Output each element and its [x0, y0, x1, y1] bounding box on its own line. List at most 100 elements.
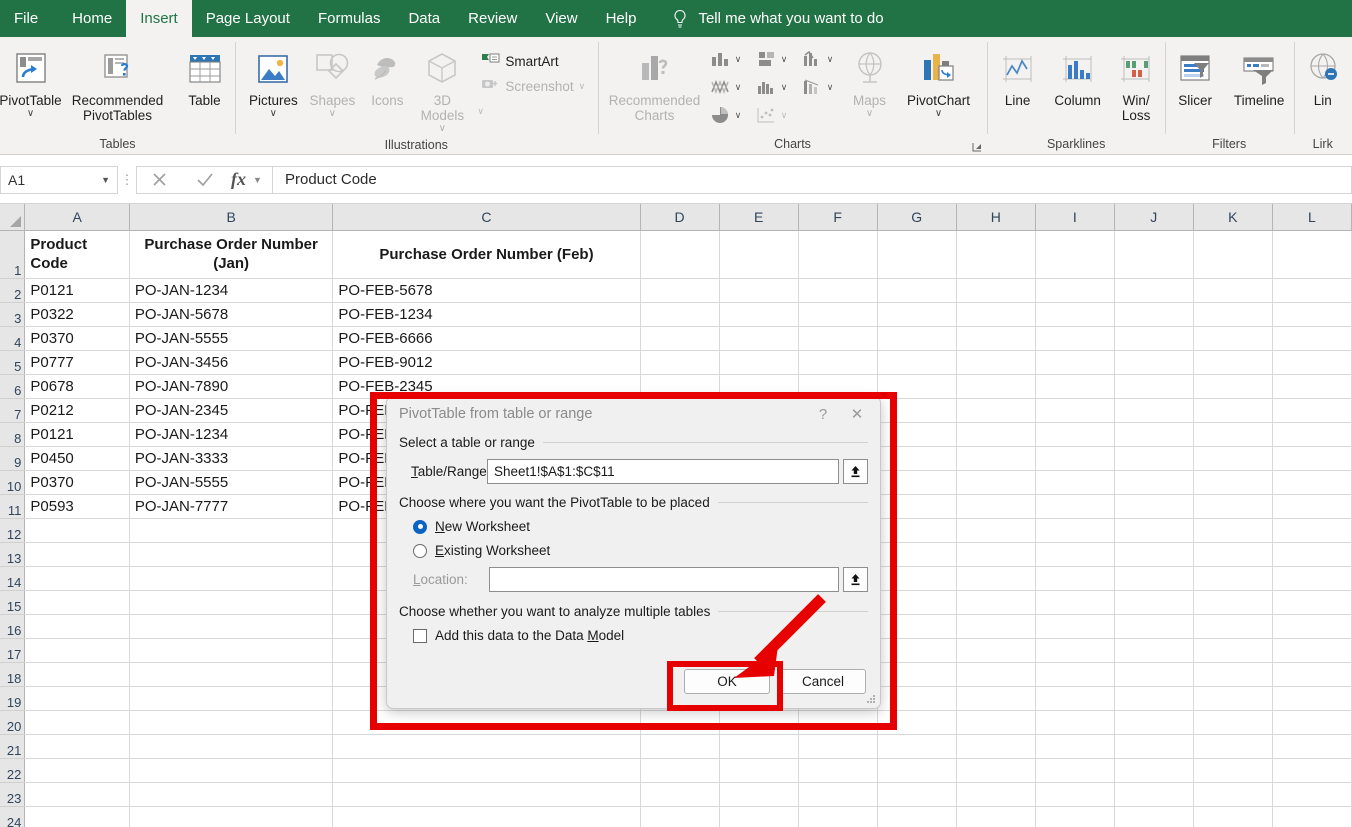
row-header-12[interactable]: 12: [0, 518, 26, 543]
cell-k3[interactable]: [1193, 302, 1273, 327]
cell-g20[interactable]: [877, 710, 957, 735]
cell-g5[interactable]: [877, 350, 957, 375]
chevron-down-icon[interactable]: ▼: [253, 175, 262, 185]
cell-k22[interactable]: [1193, 758, 1273, 783]
cell-l6[interactable]: [1272, 374, 1352, 399]
cell-b14[interactable]: [129, 566, 334, 591]
cell-d2[interactable]: [640, 278, 720, 303]
bar-chart-button[interactable]: ∨: [749, 45, 795, 73]
chevron-down-icon[interactable]: ∨: [270, 108, 277, 119]
data-model-option[interactable]: Add this data to the Data Model: [399, 628, 868, 643]
cell-k18[interactable]: [1193, 662, 1273, 687]
cell-c5[interactable]: PO-FEB-9012: [332, 350, 641, 375]
charts-dialog-launcher-icon[interactable]: [971, 140, 983, 152]
cell-l19[interactable]: [1272, 686, 1352, 711]
cell-i14[interactable]: [1035, 566, 1115, 591]
tab-review[interactable]: Review: [454, 0, 531, 37]
cell-h12[interactable]: [956, 518, 1036, 543]
cell-j2[interactable]: [1114, 278, 1194, 303]
column-header-c[interactable]: C: [332, 204, 641, 231]
cell-f23[interactable]: [798, 782, 878, 807]
row-header-6[interactable]: 6: [0, 374, 26, 399]
confirm-icon[interactable]: [182, 167, 227, 193]
cell-j17[interactable]: [1114, 638, 1194, 663]
cell-g8[interactable]: [877, 422, 957, 447]
column-header-j[interactable]: J: [1114, 204, 1194, 231]
cell-a6[interactable]: P0678: [24, 374, 130, 399]
cell-i10[interactable]: [1035, 470, 1115, 495]
cell-l3[interactable]: [1272, 302, 1352, 327]
cell-d22[interactable]: [640, 758, 720, 783]
shapes-button[interactable]: Shapes ∨: [303, 41, 361, 119]
cell-f24[interactable]: [798, 806, 878, 827]
select-all-corner[interactable]: [0, 204, 26, 231]
cell-f5[interactable]: [798, 350, 878, 375]
sparkline-line-button[interactable]: Line: [989, 41, 1047, 108]
cell-j13[interactable]: [1114, 542, 1194, 567]
cell-g11[interactable]: [877, 494, 957, 519]
row-header-22[interactable]: 22: [0, 758, 26, 783]
cell-g4[interactable]: [877, 326, 957, 351]
table-range-input[interactable]: Sheet1!$A$1:$C$11: [487, 459, 839, 484]
cell-k6[interactable]: [1193, 374, 1273, 399]
cell-l9[interactable]: [1272, 446, 1352, 471]
cell-j9[interactable]: [1114, 446, 1194, 471]
cell-i5[interactable]: [1035, 350, 1115, 375]
cell-l22[interactable]: [1272, 758, 1352, 783]
cell-h13[interactable]: [956, 542, 1036, 567]
cell-h22[interactable]: [956, 758, 1036, 783]
waterfall-chart-button[interactable]: ∨: [795, 73, 841, 101]
cell-i7[interactable]: [1035, 398, 1115, 423]
cell-h11[interactable]: [956, 494, 1036, 519]
cell-d21[interactable]: [640, 734, 720, 759]
chevron-down-icon[interactable]: ∨: [781, 54, 788, 65]
cell-j1[interactable]: [1114, 230, 1194, 279]
column-header-l[interactable]: L: [1272, 204, 1352, 231]
row-header-15[interactable]: 15: [0, 590, 26, 615]
cell-a3[interactable]: P0322: [24, 302, 130, 327]
cell-b3[interactable]: PO-JAN-5678: [129, 302, 334, 327]
row-header-18[interactable]: 18: [0, 662, 26, 687]
cell-i24[interactable]: [1035, 806, 1115, 827]
cell-i17[interactable]: [1035, 638, 1115, 663]
cell-i13[interactable]: [1035, 542, 1115, 567]
cell-h10[interactable]: [956, 470, 1036, 495]
row-header-20[interactable]: 20: [0, 710, 26, 735]
cell-j6[interactable]: [1114, 374, 1194, 399]
cell-h16[interactable]: [956, 614, 1036, 639]
link-button[interactable]: Lin: [1294, 41, 1352, 108]
cell-k19[interactable]: [1193, 686, 1273, 711]
cell-h15[interactable]: [956, 590, 1036, 615]
row-header-8[interactable]: 8: [0, 422, 26, 447]
column-header-h[interactable]: H: [956, 204, 1036, 231]
row-header-3[interactable]: 3: [0, 302, 26, 327]
cell-e1[interactable]: [719, 230, 799, 279]
cell-i20[interactable]: [1035, 710, 1115, 735]
cell-a9[interactable]: P0450: [24, 446, 130, 471]
cell-i1[interactable]: [1035, 230, 1115, 279]
cancel-icon[interactable]: [137, 167, 182, 193]
cell-h9[interactable]: [956, 446, 1036, 471]
cell-a22[interactable]: [24, 758, 130, 783]
column-header-a[interactable]: A: [24, 204, 130, 231]
row-header-21[interactable]: 21: [0, 734, 26, 759]
cell-l18[interactable]: [1272, 662, 1352, 687]
cell-k4[interactable]: [1193, 326, 1273, 351]
formula-input[interactable]: Product Code: [272, 165, 1352, 194]
maps-button[interactable]: Maps ∨: [841, 41, 899, 119]
cell-l7[interactable]: [1272, 398, 1352, 423]
cell-f21[interactable]: [798, 734, 878, 759]
cell-h20[interactable]: [956, 710, 1036, 735]
cell-k9[interactable]: [1193, 446, 1273, 471]
cell-a23[interactable]: [24, 782, 130, 807]
cell-j8[interactable]: [1114, 422, 1194, 447]
cell-h19[interactable]: [956, 686, 1036, 711]
row-header-24[interactable]: 24: [0, 806, 26, 827]
cell-g14[interactable]: [877, 566, 957, 591]
row-header-17[interactable]: 17: [0, 638, 26, 663]
cell-k16[interactable]: [1193, 614, 1273, 639]
cell-d3[interactable]: [640, 302, 720, 327]
name-box[interactable]: A1 ▼: [0, 165, 118, 194]
cell-d24[interactable]: [640, 806, 720, 827]
cell-i3[interactable]: [1035, 302, 1115, 327]
